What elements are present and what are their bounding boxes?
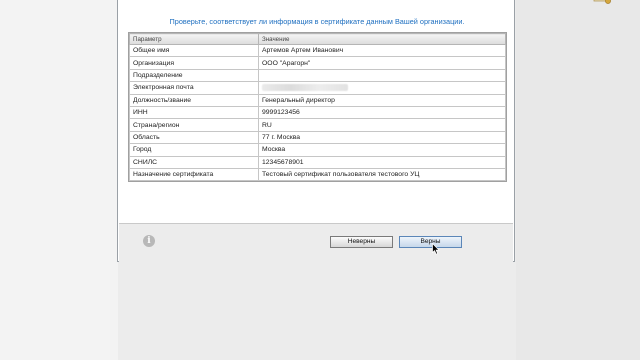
certificate-verification-dialog: Проверьте, соответствует ли информация в… xyxy=(117,0,611,262)
desktop-background-left xyxy=(0,0,118,360)
parameter-cell: Город xyxy=(129,143,259,157)
table-row[interactable]: Область 77 г. Москва xyxy=(129,130,506,145)
table-row[interactable]: Должность/звание Генеральный директор xyxy=(129,93,506,107)
correct-button[interactable]: Верны xyxy=(399,236,462,248)
value-cell xyxy=(258,81,506,95)
dialog-footer: i Неверны Верны xyxy=(119,223,513,262)
value-cell: ООО "Арагорн" xyxy=(258,56,506,70)
parameter-cell: Страна/регион xyxy=(129,118,259,132)
desktop-background-right xyxy=(516,0,640,360)
table-row[interactable]: Город Москва xyxy=(129,143,506,157)
parameter-cell: Общее имя xyxy=(129,43,259,58)
value-cell: Генеральный директор xyxy=(258,93,506,107)
table-row[interactable]: СНИЛС 12345678901 xyxy=(129,155,506,169)
value-cell: Москва xyxy=(258,143,506,157)
redacted-email-blur xyxy=(262,84,348,92)
certificate-seal-icon xyxy=(593,0,611,4)
wrong-button[interactable]: Неверны xyxy=(330,236,393,248)
value-cell: 77 г. Москва xyxy=(258,130,506,145)
verification-notice: Проверьте, соответствует ли информация в… xyxy=(169,17,465,26)
column-header-value[interactable]: Значение xyxy=(258,33,506,45)
table-row[interactable]: Общее имя Артемов Артем Иванович xyxy=(129,43,506,58)
parameter-cell: СНИЛС xyxy=(129,155,259,169)
parameter-cell: ИНН xyxy=(129,105,259,120)
value-cell: 9999123456 xyxy=(258,105,506,120)
parameter-cell: Назначение сертификата xyxy=(129,167,259,182)
table-header-row: Параметр Значение xyxy=(129,33,506,45)
table-row[interactable]: ИНН 9999123456 xyxy=(129,105,506,120)
parameter-cell: Должность/звание xyxy=(129,93,259,107)
table-row[interactable]: Назначение сертификата Тестовый сертифик… xyxy=(129,167,506,182)
certificate-info-table: Параметр Значение Общее имя Артемов Арте… xyxy=(128,32,507,183)
parameter-cell: Подразделение xyxy=(129,68,259,83)
value-cell: RU xyxy=(258,118,506,132)
value-cell: 12345678901 xyxy=(258,155,506,169)
info-icon[interactable]: i xyxy=(143,235,155,247)
parameter-cell: Электронная почта xyxy=(129,81,259,95)
value-cell: Артемов Артем Иванович xyxy=(258,43,506,58)
parameter-cell: Организация xyxy=(129,56,259,70)
value-cell: Тестовый сертификат пользователя тестово… xyxy=(258,167,506,182)
table-row[interactable]: Подразделение xyxy=(129,68,506,83)
mouse-cursor-icon xyxy=(432,243,440,255)
column-header-parameter[interactable]: Параметр xyxy=(129,33,259,45)
value-cell xyxy=(258,68,506,83)
table-row[interactable]: Электронная почта xyxy=(129,81,506,95)
table-row[interactable]: Организация ООО "Арагорн" xyxy=(129,56,506,70)
table-row[interactable]: Страна/регион RU xyxy=(129,118,506,132)
parameter-cell: Область xyxy=(129,130,259,145)
